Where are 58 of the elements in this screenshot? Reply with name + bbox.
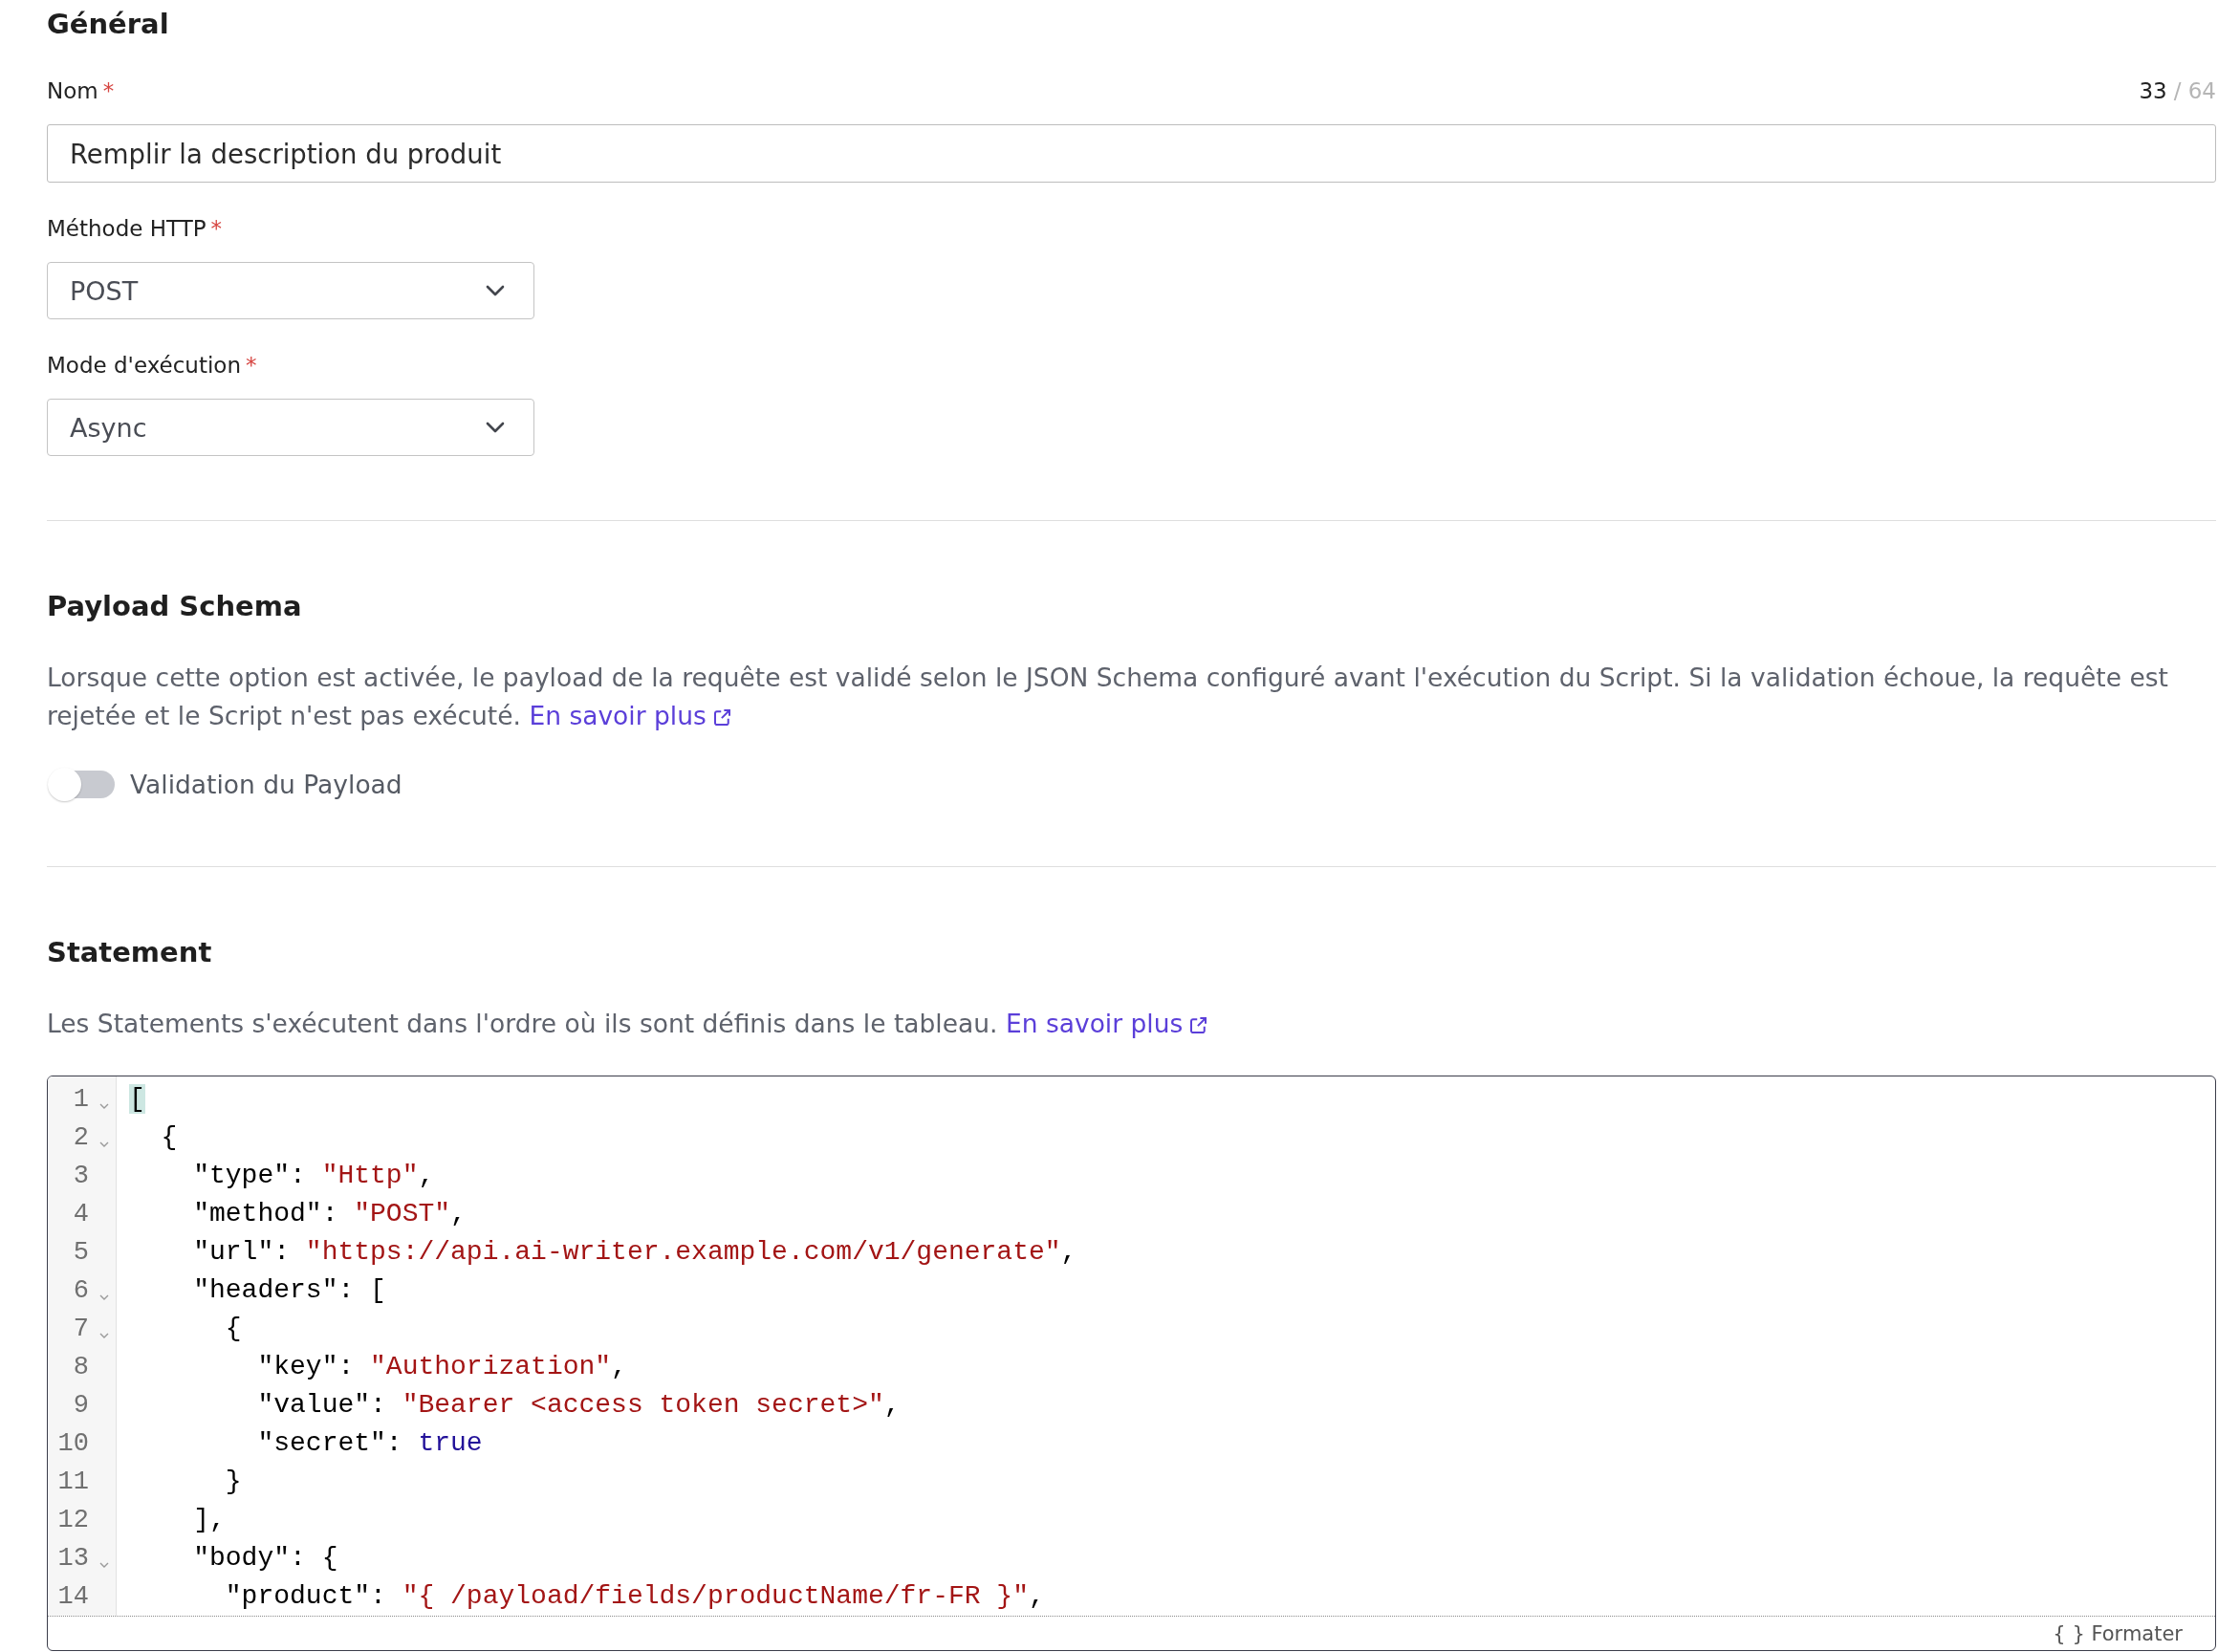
line-number: 4 [72,1199,89,1230]
toggle-label: Validation du Payload [130,768,402,801]
required-mark: * [210,215,223,243]
line-number: 10 [56,1428,89,1460]
code-line: "product": "{ /payload/fields/productName/fr-FR }", [224,1580,1046,1613]
code-line: "value": "Bearer <access token secret>", [256,1389,902,1422]
external-link-icon [713,709,730,726]
required-mark: * [102,77,115,105]
code-line: { [224,1313,243,1345]
line-number: 9 [72,1390,89,1422]
code-line: "secret": true [256,1427,484,1460]
section-description: Les Statements s'exécutent dans l'ordre où ils sont définis dans le tableau. En savoir plus [47,1005,2216,1043]
line-number: 14 [56,1581,89,1613]
section-title: Statement [47,935,213,969]
code-line: "method": "POST", [192,1198,468,1230]
line-number: 3 [72,1161,89,1192]
required-mark: * [246,352,257,380]
char-count: 33 [2139,77,2167,105]
code-line: "headers": [ [192,1274,387,1307]
section-title: Général [47,7,170,41]
line-number: 7 [72,1314,89,1345]
fold-chevron-icon[interactable] [99,1333,109,1338]
learn-more-link[interactable]: En savoir plus [1005,1009,1207,1038]
char-limit: / 64 [2173,77,2216,105]
line-number: 1 [72,1084,89,1116]
section-title: Payload Schema [47,589,303,623]
section-description: Lorsque cette option est activée, le payload de la requête est validé selon le JSON Schema configuré avant l'exécution du Script. Si la validation échoue, la requête est rejetée et le Script n'est pas exécuté. En savoir plus [47,662,2169,732]
line-number: 6 [72,1275,89,1307]
line-number: 5 [72,1237,89,1269]
fold-chevron-icon[interactable] [99,1141,109,1147]
line-number: 2 [72,1122,89,1154]
fold-chevron-icon[interactable] [99,1294,109,1300]
external-link-icon [1190,1017,1207,1033]
code-line: ], [192,1504,227,1536]
line-number: 8 [72,1352,89,1383]
fold-chevron-icon[interactable] [99,1103,109,1109]
toggle-switch[interactable] [47,767,115,802]
format-button[interactable]: { } Formater [2049,1619,2186,1647]
chevron-down-icon [486,422,505,433]
line-number: 11 [56,1467,89,1498]
fold-chevron-icon[interactable] [99,1562,109,1568]
line-number: 12 [56,1505,89,1536]
code-line: "body": { [192,1542,339,1575]
field-label: Nom [47,77,98,105]
code-line: "key": "Authorization", [256,1351,628,1383]
chevron-down-icon [486,285,505,296]
code-line: "type": "Http", [192,1160,436,1192]
dropdown[interactable]: POST [47,262,534,319]
code-line: "url": "https://api.ai-writer.example.com/v1/generate", [192,1236,1078,1269]
learn-more-link[interactable]: En savoir plus [529,701,730,730]
field-label: Mode d'exécution [47,352,241,380]
line-number: 13 [56,1543,89,1575]
dropdown[interactable]: Async [47,399,534,456]
code-line: { [160,1121,179,1154]
code-editor[interactable] [47,1076,2216,1651]
code-line: } [224,1466,243,1498]
text-input[interactable]: Remplir la description du produit [47,124,2216,183]
field-label: Méthode HTTP [47,215,207,243]
